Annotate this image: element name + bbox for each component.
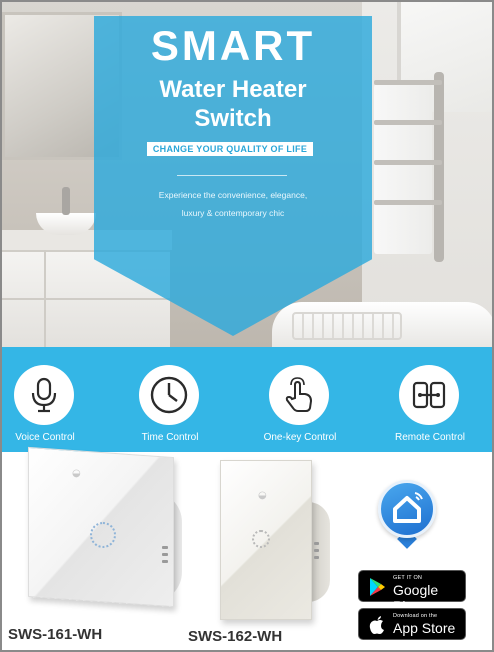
google-play-icon (370, 578, 385, 596)
towel-rail-bar (374, 160, 442, 165)
google-play-small-text: GET IT ON (393, 575, 423, 581)
faucet (62, 187, 70, 215)
touch-button-icon (90, 522, 116, 548)
vent-slot (314, 549, 319, 552)
wifi-icon: ◒ (72, 468, 81, 479)
wifi-icon: ◒ (258, 490, 267, 501)
app-store-small-text: Download on the (393, 613, 438, 619)
vent-slot (314, 556, 319, 559)
clock-icon (139, 365, 199, 425)
feature-label: One-key Control (263, 432, 337, 443)
smart-home-app-icon[interactable] (378, 480, 436, 538)
model-label: SWS-162-WH (188, 628, 283, 645)
towel-rail-bar (374, 120, 442, 125)
feature-label: Remote Control (394, 432, 466, 443)
touch-button-icon (252, 530, 270, 548)
cabinet-divider (2, 298, 170, 300)
model-label: SWS-161-WH (8, 626, 103, 643)
page-frame: SMART Water Heater Switch CHANGE YOUR QU… (0, 0, 494, 652)
vent-slot (162, 560, 168, 563)
description-line-1: Experience the convenience, elegance, (158, 190, 308, 200)
vent-slot (162, 546, 168, 549)
feature-remote-control: Remote Control (375, 347, 485, 452)
subtitle-line-2: Switch (194, 105, 272, 132)
towel-rail-bar (374, 80, 442, 85)
google-play-badge[interactable]: GET IT ON Google Play (358, 570, 466, 614)
tagline-badge: CHANGE YOUR QUALITY OF LIFE (147, 142, 313, 156)
title-smart: SMART (150, 22, 316, 69)
towel (374, 84, 432, 254)
vent-slot (162, 553, 168, 556)
feature-label: Time Control (141, 432, 199, 443)
remote-link-icon (399, 365, 459, 425)
feature-label: Voice Control (15, 432, 75, 443)
feature-voice-control: Voice Control (2, 347, 100, 452)
app-store-text: App Store (393, 620, 456, 636)
apple-icon (369, 616, 384, 634)
banner-divider (177, 175, 287, 176)
touch-hand-icon (269, 365, 329, 425)
app-store-badge[interactable]: Download on the App Store (358, 608, 466, 640)
features-strip: Voice Control Time Control One-key Contr… (2, 347, 492, 452)
feature-time-control: Time Control (115, 347, 225, 452)
subtitle-line-1: Water Heater (159, 76, 307, 103)
vent-slot (314, 542, 319, 545)
microphone-icon (14, 365, 74, 425)
cabinet-divider-vertical (44, 250, 46, 347)
tub-basket (292, 312, 402, 340)
towel-rail-bar (374, 200, 442, 205)
description-line-2: luxury & contemporary chic (181, 208, 285, 218)
feature-one-key-control: One-key Control (245, 347, 355, 452)
towel-rail (434, 72, 444, 262)
